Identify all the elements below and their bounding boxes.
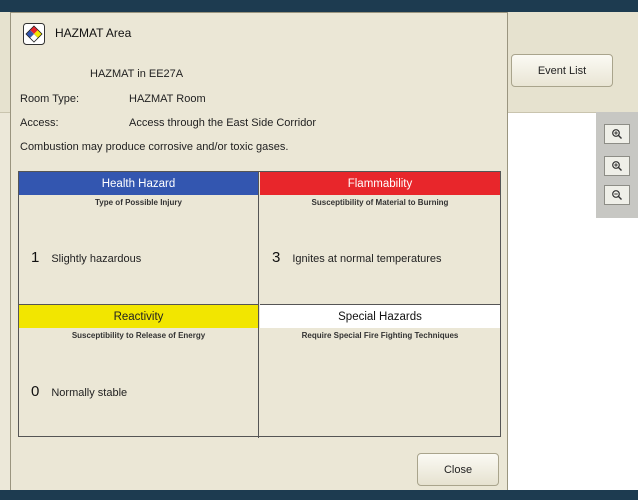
location-heading: HAZMAT in EE27A (90, 68, 184, 80)
zoom-out-icon (612, 190, 622, 200)
combustion-note: Combustion may produce corrosive and/or … (20, 141, 289, 153)
health-rating-description: Slightly hazardous (51, 253, 142, 265)
health-rating-value: 1 (31, 249, 40, 266)
zoom-out-button[interactable] (604, 185, 630, 205)
reactivity-rating: 0 Normally stable (31, 383, 127, 400)
health-hazard-subtitle: Type of Possible Injury (95, 198, 182, 207)
close-button[interactable]: Close (417, 453, 499, 486)
flammability-rating-value: 3 (272, 249, 281, 266)
reactivity-rating-description: Normally stable (51, 387, 128, 399)
background-bottom-strip (0, 490, 638, 500)
zoom-button[interactable] (604, 156, 630, 176)
hazard-grid: Health Hazard Type of Possible Injury 1 … (18, 171, 501, 438)
room-type-value: HAZMAT Room (129, 93, 206, 105)
dialog-title: HAZMAT Area (55, 26, 132, 40)
room-type-label: Room Type: (20, 93, 80, 105)
health-hazard-header: Health Hazard (19, 172, 258, 195)
flammability-subtitle: Susceptibility of Material to Burning (311, 198, 449, 207)
flammability-cell: Flammability Susceptibility of Material … (260, 172, 500, 305)
nfpa-diamond-icon (23, 23, 45, 45)
flammability-rating: 3 Ignites at normal temperatures (272, 249, 442, 266)
special-hazards-cell: Special Hazards Require Special Fire Fig… (260, 305, 500, 438)
flammability-rating-description: Ignites at normal temperatures (292, 253, 442, 265)
health-hazard-rating: 1 Slightly hazardous (31, 249, 141, 266)
event-list-button[interactable]: Event List (511, 54, 613, 87)
hazmat-dialog: HAZMAT Area HAZMAT in EE27A Room Type: H… (10, 12, 508, 494)
health-hazard-cell: Health Hazard Type of Possible Injury 1 … (19, 172, 259, 305)
zoom-in-icon (612, 129, 622, 139)
reactivity-subtitle: Susceptibility to Release of Energy (71, 331, 206, 340)
access-label: Access: (20, 117, 59, 129)
reactivity-rating-value: 0 (31, 383, 40, 400)
zoom-in-button[interactable] (604, 124, 630, 144)
special-hazards-subtitle: Require Special Fire Fighting Techniques (301, 331, 459, 340)
reactivity-cell: Reactivity Susceptibility to Release of … (19, 305, 259, 438)
flammability-header: Flammability (260, 172, 500, 195)
access-value: Access through the East Side Corridor (129, 117, 317, 129)
reactivity-header: Reactivity (19, 305, 258, 328)
special-hazards-header: Special Hazards (260, 305, 500, 328)
zoom-icon (612, 161, 622, 171)
